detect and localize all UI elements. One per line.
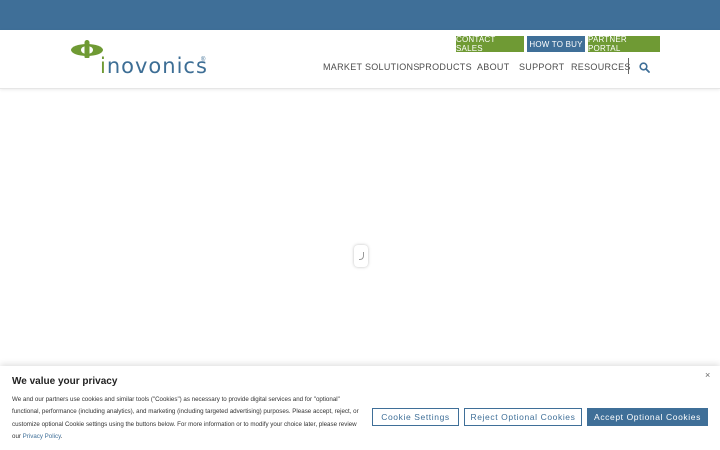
close-icon[interactable]: × — [705, 370, 710, 380]
nav-item-about[interactable]: ABOUT — [477, 62, 510, 72]
reject-optional-cookies-button[interactable]: Reject Optional Cookies — [464, 408, 582, 426]
search-icon[interactable] — [639, 62, 650, 73]
top-bar — [0, 0, 720, 30]
cookie-settings-button[interactable]: Cookie Settings — [372, 408, 459, 426]
how-to-buy-button[interactable]: HOW TO BUY — [527, 36, 585, 52]
contact-sales-button[interactable]: CONTACT SALES — [456, 35, 524, 53]
cookie-banner-title: We value your privacy — [12, 376, 118, 387]
site-header: inovonics ® CONTACT SALES HOW TO BUY PAR… — [0, 30, 720, 89]
cookie-banner-body-text: We and our partners use cookies and simi… — [12, 396, 359, 440]
privacy-policy-link[interactable]: Privacy Policy — [23, 433, 61, 440]
nav-item-products[interactable]: PRODUCTS — [419, 62, 472, 72]
nav-item-resources[interactable]: RESOURCES — [571, 62, 631, 72]
loading-spinner-icon — [354, 245, 368, 267]
cookie-banner-body-suffix: . — [60, 432, 63, 440]
nav-divider — [628, 58, 629, 74]
accept-optional-cookies-button[interactable]: Accept Optional Cookies — [587, 408, 708, 426]
cookie-banner-body: We and our partners use cookies and simi… — [12, 394, 364, 443]
logo-mark-icon — [71, 40, 103, 58]
nav-item-market-solutions[interactable]: MARKET SOLUTIONS — [323, 62, 420, 72]
cookie-consent-banner: We value your privacy × We and our partn… — [0, 366, 720, 450]
main-nav: MARKET SOLUTIONS PRODUCTS ABOUT SUPPORT … — [0, 62, 720, 76]
nav-item-support[interactable]: SUPPORT — [519, 62, 564, 72]
partner-portal-button[interactable]: PARTNER PORTAL — [588, 35, 660, 53]
